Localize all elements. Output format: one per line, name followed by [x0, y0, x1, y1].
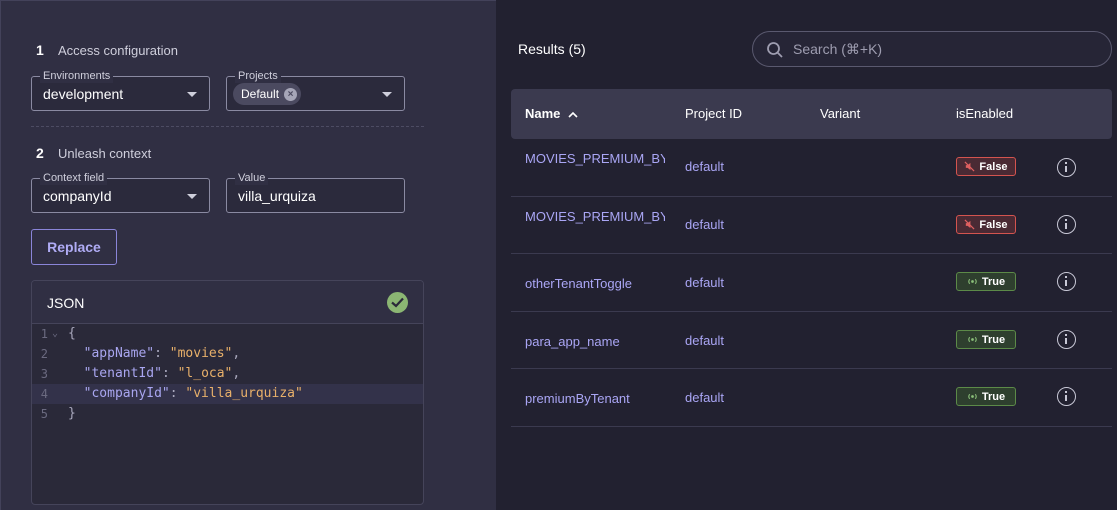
code-line: 3 "tenantId": "l_oca",	[40, 366, 241, 381]
environments-legend: Environments	[40, 69, 114, 83]
project-id-cell: default	[685, 275, 725, 290]
step-access-configuration: 1 Access configuration	[36, 42, 178, 58]
projects-select[interactable]: Projects Default ×	[226, 69, 405, 111]
json-editor[interactable]: JSON 1 ⌄ { 2 "appName": "movies", 3 "ten…	[31, 280, 424, 505]
signal-icon	[968, 393, 977, 400]
fold-chevron-icon[interactable]: ⌄	[52, 324, 58, 344]
step-number: 1	[36, 42, 44, 58]
feature-name-link[interactable]: MOVIES_PREMIUM_BY_TENANTID_AND…	[525, 150, 665, 167]
info-icon[interactable]	[1057, 158, 1076, 177]
project-id-cell: default	[685, 390, 725, 405]
column-header-variant[interactable]: Variant	[820, 106, 860, 121]
status-badge: True	[956, 272, 1016, 291]
status-badge: False	[956, 215, 1016, 234]
step-label: Access configuration	[58, 42, 178, 58]
playground-config-panel: 1 Access configuration Environments deve…	[0, 0, 496, 510]
caret-down-icon	[187, 194, 197, 199]
status-badge: True	[956, 330, 1016, 349]
status-badge: False	[956, 157, 1016, 176]
json-editor-title: JSON	[47, 295, 85, 311]
code-line: 2 "appName": "movies",	[40, 346, 241, 361]
project-id-cell: default	[685, 217, 725, 232]
table-row: MOVIES_PREMIUM_BY_TRIAL default False	[511, 197, 1112, 254]
mute-icon	[964, 219, 975, 230]
environments-value: development	[43, 86, 124, 102]
chevron-up-icon	[568, 111, 578, 118]
column-header-is-enabled[interactable]: isEnabled	[956, 106, 1013, 121]
table-header: Name Project ID Variant isEnabled	[511, 89, 1112, 139]
step-unleash-context: 2 Unleash context	[36, 145, 151, 161]
context-field-value: companyId	[43, 188, 112, 204]
code-line: 1 ⌄ {	[32, 324, 423, 344]
value-text: villa_urquiza	[238, 188, 316, 204]
table-row: para_app_name default True	[511, 312, 1112, 369]
feature-name-link[interactable]: MOVIES_PREMIUM_BY_TRIAL	[525, 208, 665, 225]
table-row: otherTenantToggle default True	[511, 254, 1112, 312]
signal-icon	[968, 278, 977, 285]
signal-icon	[968, 336, 977, 343]
table-row: premiumByTenant default True	[511, 369, 1112, 427]
column-header-project-id[interactable]: Project ID	[685, 106, 742, 121]
search-placeholder: Search (⌘+K)	[793, 41, 883, 57]
code-line-active: 4 "companyId": "villa_urquiza"	[32, 384, 423, 404]
caret-down-icon	[382, 92, 392, 97]
step-number: 2	[36, 145, 44, 161]
context-field-legend: Context field	[40, 171, 108, 185]
section-divider	[31, 126, 424, 127]
projects-legend: Projects	[235, 69, 281, 83]
search-icon	[767, 42, 783, 58]
mute-icon	[964, 161, 975, 172]
info-icon[interactable]	[1057, 215, 1076, 234]
value-legend: Value	[235, 171, 269, 185]
results-title: Results (5)	[518, 41, 586, 57]
project-id-cell: default	[685, 159, 725, 174]
close-circle-icon[interactable]: ×	[284, 87, 298, 101]
context-value-input[interactable]: Value villa_urquiza	[226, 171, 405, 213]
info-icon[interactable]	[1057, 272, 1076, 291]
feature-name-link[interactable]: premiumByTenant	[525, 390, 665, 407]
status-badge: True	[956, 387, 1016, 406]
feature-name-link[interactable]: otherTenantToggle	[525, 275, 665, 292]
project-id-cell: default	[685, 333, 725, 348]
check-circle-icon	[387, 292, 408, 313]
project-chip-label: Default	[241, 87, 280, 101]
table-row: MOVIES_PREMIUM_BY_TENANTID_AND… default …	[511, 139, 1112, 197]
project-chip: Default ×	[233, 83, 302, 105]
info-icon[interactable]	[1057, 387, 1076, 406]
json-editor-header: JSON	[32, 281, 423, 324]
info-icon[interactable]	[1057, 330, 1076, 349]
step-label: Unleash context	[58, 145, 152, 161]
caret-down-icon	[187, 92, 197, 97]
search-input[interactable]: Search (⌘+K)	[752, 31, 1112, 67]
feature-name-link[interactable]: para_app_name	[525, 333, 665, 350]
replace-button[interactable]: Replace	[31, 229, 117, 265]
environments-select[interactable]: Environments development	[31, 69, 210, 111]
context-field-select[interactable]: Context field companyId	[31, 171, 210, 213]
code-line: 5 }	[40, 406, 76, 421]
column-header-name[interactable]: Name	[525, 106, 578, 121]
